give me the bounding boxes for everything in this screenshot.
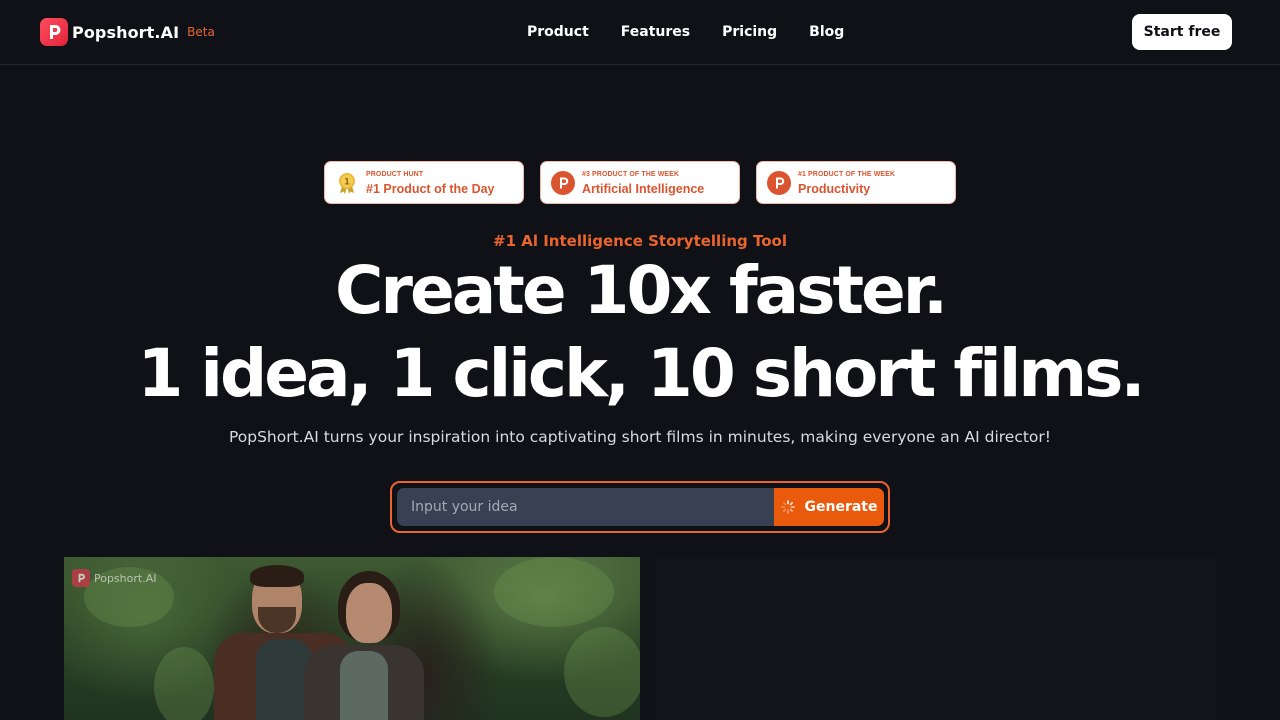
start-free-button[interactable]: Start free bbox=[1132, 14, 1232, 50]
foliage bbox=[494, 557, 614, 627]
award-badges: 1 PRODUCT HUNT #1 Product of the Day #3 … bbox=[324, 161, 956, 204]
watermark-text: Popshort.AI bbox=[94, 571, 157, 585]
product-hunt-icon bbox=[551, 171, 575, 195]
product-hunt-icon bbox=[767, 171, 791, 195]
character-shirt bbox=[340, 651, 388, 720]
nav-link-blog[interactable]: Blog bbox=[809, 23, 844, 41]
nav-link-pricing[interactable]: Pricing bbox=[722, 23, 777, 41]
hero-headline-line2: 1 idea, 1 click, 10 short films. bbox=[137, 335, 1145, 412]
brand[interactable]: Popshort.AI Beta bbox=[40, 18, 215, 46]
popshort-logo-icon bbox=[72, 569, 90, 587]
film-character-woman bbox=[304, 567, 444, 720]
generate-label: Generate bbox=[804, 499, 878, 515]
badge-title: Productivity bbox=[798, 182, 871, 196]
character-hair bbox=[250, 565, 304, 587]
beta-label: Beta bbox=[187, 25, 215, 39]
nav-link-features[interactable]: Features bbox=[621, 23, 690, 41]
preview-watermark: Popshort.AI bbox=[72, 569, 157, 587]
idea-input[interactable] bbox=[397, 488, 775, 526]
medal-icon: 1 bbox=[339, 173, 355, 194]
foliage bbox=[154, 647, 214, 720]
badge-title: #1 Product of the Day bbox=[366, 182, 495, 196]
badge-ai-week[interactable]: #3 PRODUCT OF THE WEEK Artificial Intell… bbox=[540, 161, 740, 204]
hero-eyebrow: #1 Al Intelligence Storytelling Tool bbox=[493, 232, 787, 250]
character-head bbox=[346, 583, 392, 643]
brand-name: Popshort.AI bbox=[72, 22, 180, 42]
hero-headline-line1: Create 10x faster. bbox=[334, 252, 948, 329]
nav-links: Product Features Pricing Blog bbox=[527, 23, 844, 41]
badge-small-text: #3 PRODUCT OF THE WEEK bbox=[582, 171, 680, 178]
idea-form: Generate bbox=[390, 481, 890, 533]
svg-text:1: 1 bbox=[344, 178, 350, 188]
badge-small-text: PRODUCT HUNT bbox=[366, 171, 424, 178]
generate-button[interactable]: Generate bbox=[774, 488, 884, 526]
foliage bbox=[564, 627, 640, 717]
badge-title: Artificial Intelligence bbox=[582, 182, 705, 196]
hero-subtitle: PopShort.AI turns your inspiration into … bbox=[228, 428, 1052, 446]
loading-spinner-icon bbox=[780, 500, 795, 514]
badge-product-of-the-day[interactable]: 1 PRODUCT HUNT #1 Product of the Day bbox=[324, 161, 524, 204]
nav-link-product[interactable]: Product bbox=[527, 23, 589, 41]
preview-panel-right bbox=[656, 557, 1216, 720]
badge-productivity-week[interactable]: #1 PRODUCT OF THE WEEK Productivity bbox=[756, 161, 956, 204]
popshort-logo-icon bbox=[40, 18, 68, 46]
badge-small-text: #1 PRODUCT OF THE WEEK bbox=[798, 171, 896, 178]
top-nav: Popshort.AI Beta Product Features Pricin… bbox=[0, 0, 1280, 65]
sample-film-preview[interactable]: Popshort.AI bbox=[64, 557, 640, 720]
